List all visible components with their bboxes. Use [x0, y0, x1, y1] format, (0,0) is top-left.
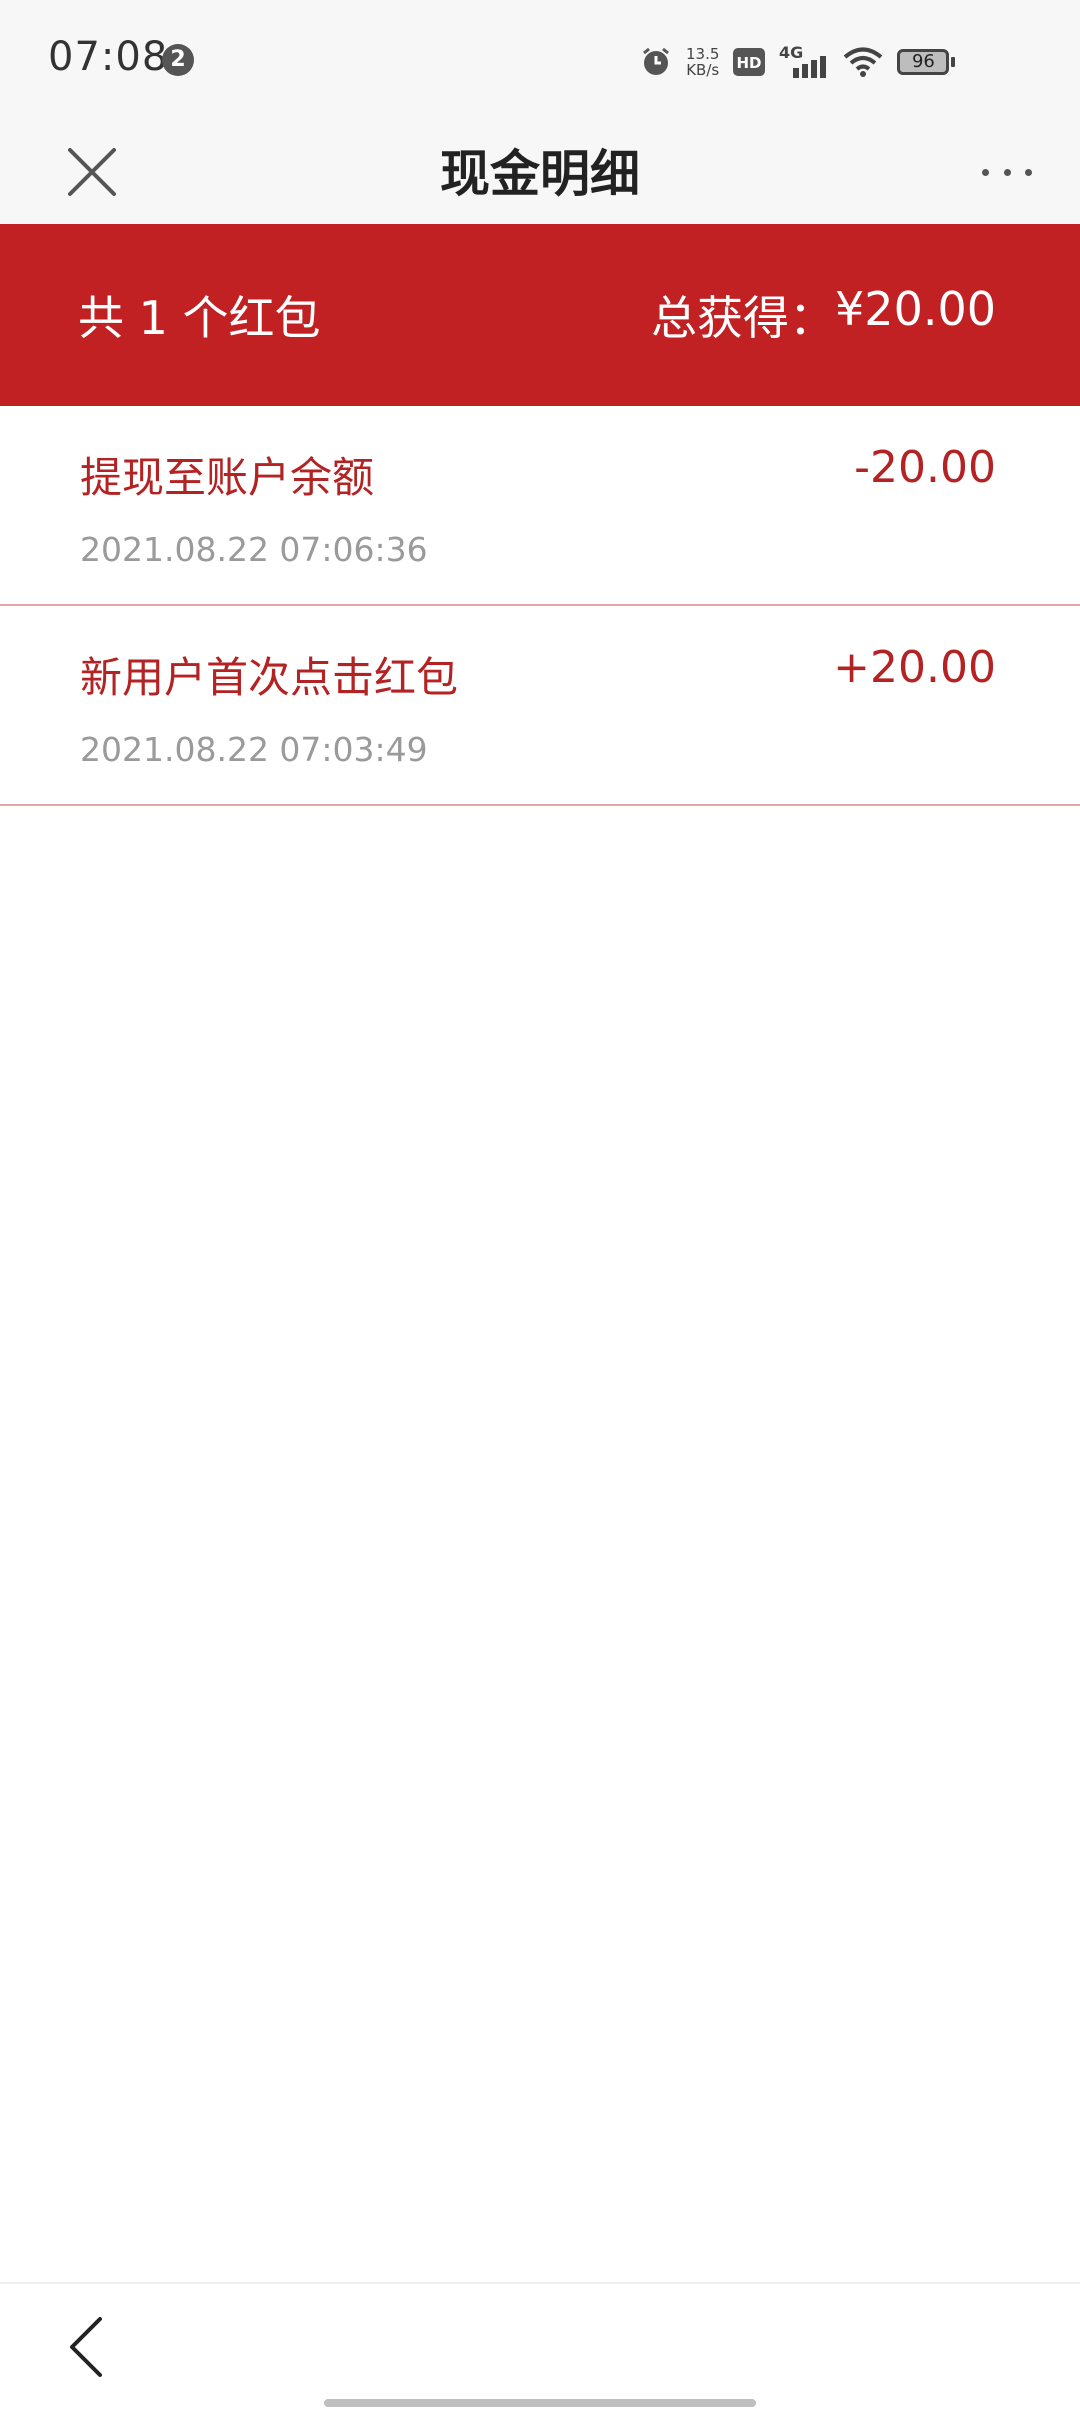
bottom-nav-bar — [0, 2282, 1080, 2410]
net-speed-unit: KB/s — [686, 61, 720, 79]
list-item[interactable]: 提现至账户余额 2021.08.22 07:06:36 -20.00 — [0, 406, 1080, 606]
hd-label: HD — [737, 54, 762, 72]
chevron-left-icon — [70, 2317, 102, 2377]
net-speed-value: 13.5 — [686, 45, 720, 63]
network-label: 4G — [779, 44, 803, 62]
record-amount: +20.00 — [833, 642, 996, 693]
alarm-icon — [640, 46, 672, 78]
more-dot-icon — [982, 168, 989, 176]
wifi-icon — [843, 46, 883, 78]
header-bar: 现金明细 — [0, 120, 1080, 224]
net-speed: 13.5 KB/s — [686, 46, 719, 78]
more-dot-icon — [1025, 168, 1032, 176]
home-indicator[interactable] — [324, 2399, 756, 2407]
hd-icon: HD — [733, 48, 766, 76]
record-amount: -20.00 — [854, 442, 996, 493]
battery-icon: 96 — [897, 49, 956, 75]
summary-banner: 共 1 个红包 总获得： ¥20.00 — [0, 224, 1080, 406]
total-earned-value: ¥20.00 — [835, 282, 996, 336]
red-packet-count: 共 1 个红包 — [78, 291, 321, 345]
back-button[interactable] — [60, 2312, 112, 2382]
total-earned: 总获得： ¥20.00 — [651, 282, 996, 348]
more-dot-icon — [1003, 168, 1011, 176]
list-item[interactable]: 新用户首次点击红包 2021.08.22 07:03:49 +20.00 — [0, 606, 1080, 806]
signal-4g-icon: 4G — [779, 44, 829, 80]
notification-count-badge: 2 — [162, 44, 194, 76]
status-icons: 13.5 KB/s HD 4G 96 — [640, 40, 963, 84]
status-time: 07:08 — [48, 34, 169, 80]
total-earned-label: 总获得： — [651, 291, 836, 345]
status-bar: 07:08 2 13.5 KB/s HD 4G 96 — [0, 0, 1080, 120]
battery-level: 96 — [897, 49, 956, 75]
record-title: 新用户首次点击红包 — [80, 653, 459, 702]
record-title: 提现至账户余额 — [80, 453, 375, 502]
record-time: 2021.08.22 07:06:36 — [80, 530, 428, 569]
page-title: 现金明细 — [440, 145, 640, 203]
record-list: 提现至账户余额 2021.08.22 07:06:36 -20.00 新用户首次… — [0, 406, 1080, 806]
record-time: 2021.08.22 07:03:49 — [80, 730, 428, 769]
more-button[interactable] — [982, 150, 1032, 194]
